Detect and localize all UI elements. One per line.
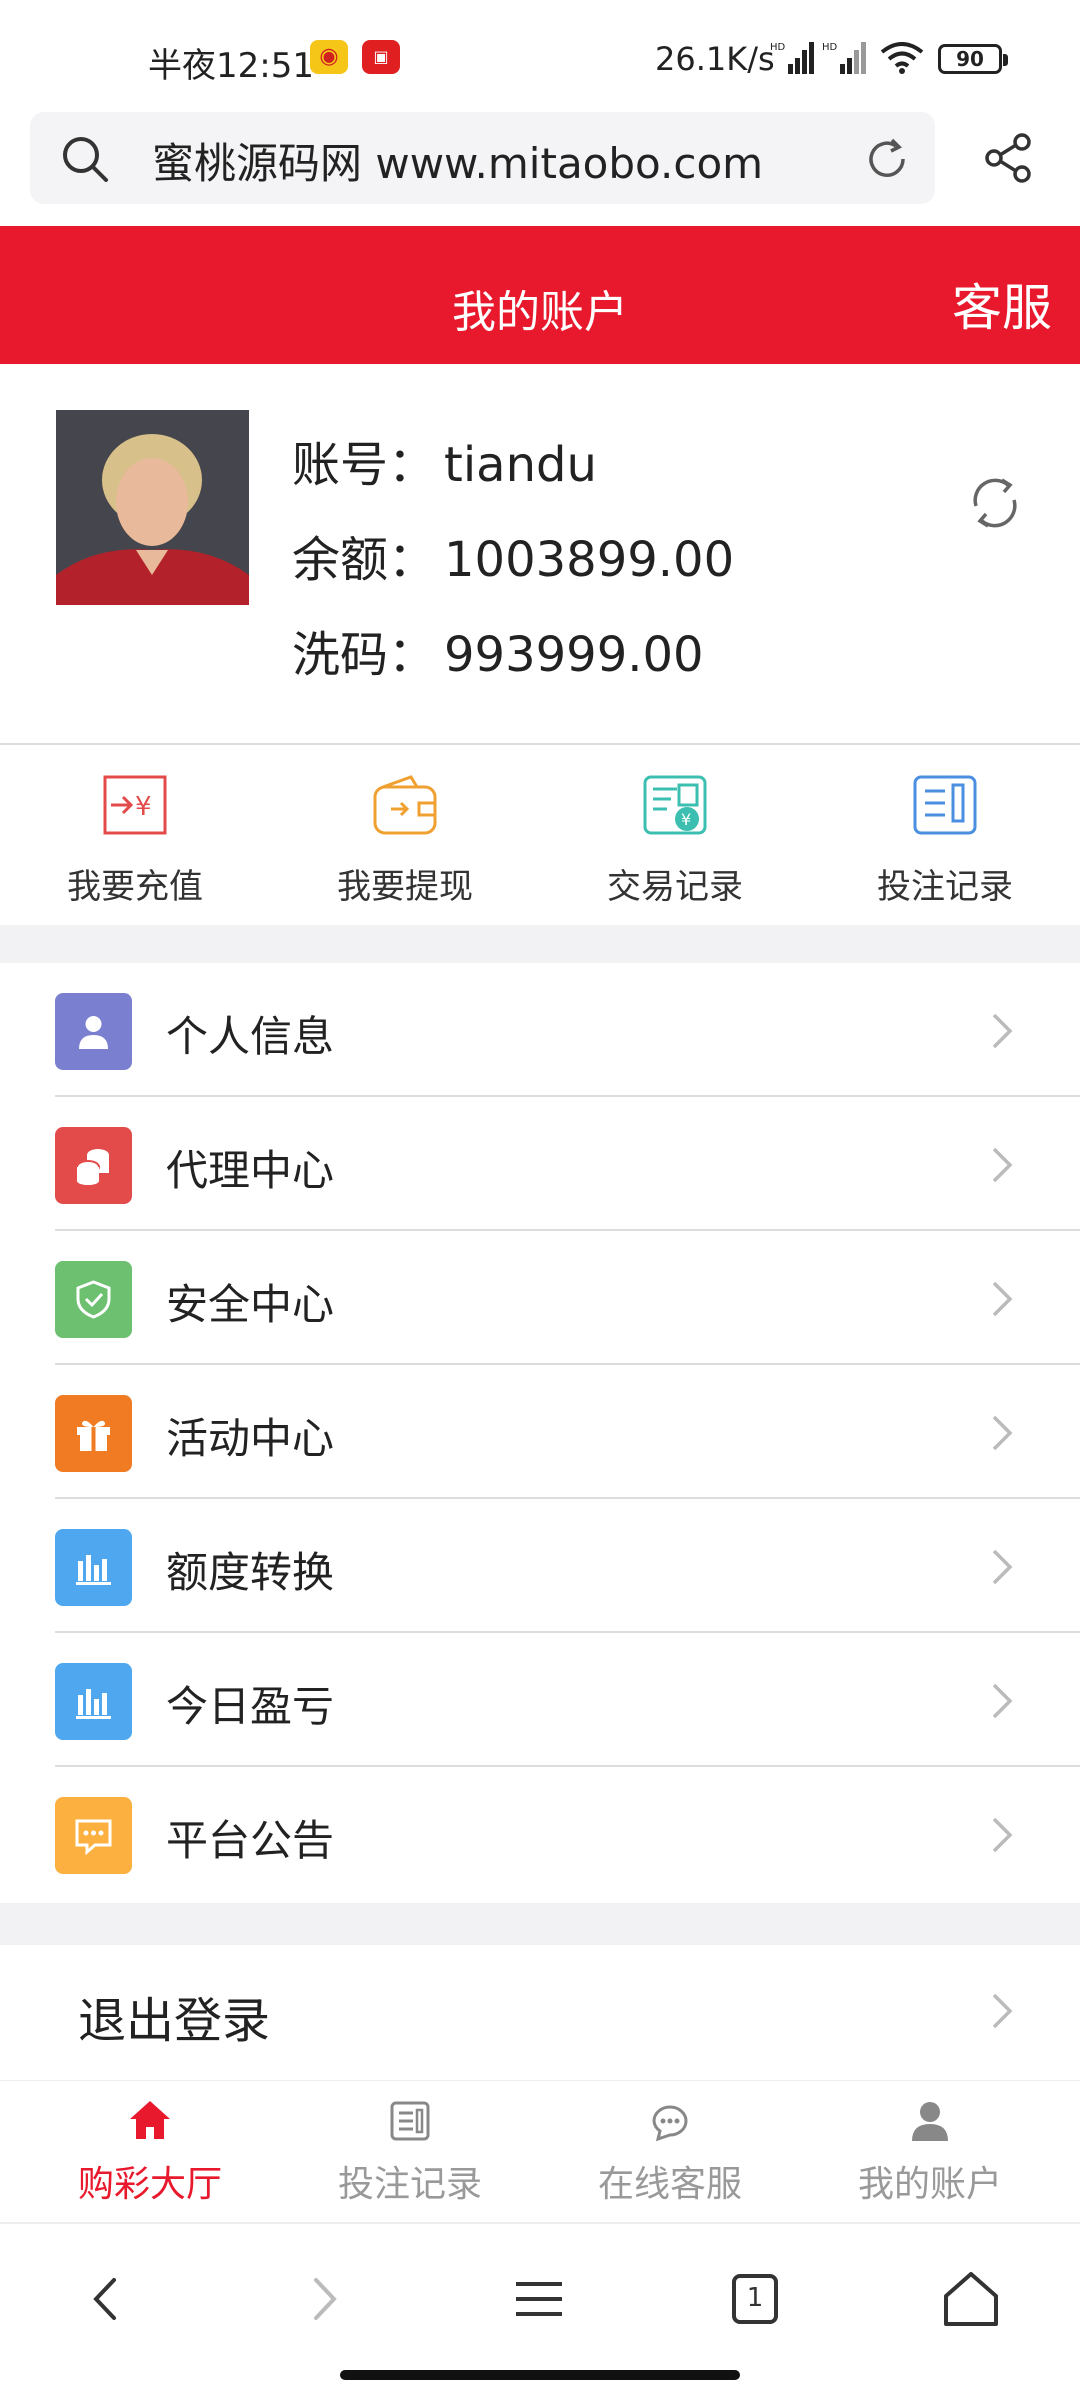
status-time: 半夜12:51 (148, 46, 314, 86)
tab-label: 我的账户 (857, 2164, 1002, 2205)
page-header: 我的账户 客服 (0, 226, 1080, 364)
username-label: 账号： (292, 437, 437, 493)
chevron-right-icon (992, 1683, 1013, 1719)
quick-action-label: 投注记录 (877, 867, 1013, 907)
bar-chart-icon (55, 1663, 132, 1740)
network-speed: 26.1K/s (655, 40, 775, 78)
section-gap (0, 1903, 1080, 1945)
account-wash-row: 洗码： 993999.00 (292, 615, 704, 685)
chevron-right-icon (992, 1817, 1013, 1853)
signal-icon-2: HD (822, 42, 866, 74)
menu-label: 代理中心 (166, 1146, 335, 1195)
customer-service-button[interactable]: 客服 (952, 268, 1052, 340)
person-icon (912, 2102, 948, 2141)
account-username-row: 账号： tiandu (292, 425, 597, 495)
svg-text:HD: HD (770, 42, 786, 53)
logout-label: 退出登录 (78, 1993, 271, 2049)
search-icon[interactable] (60, 134, 110, 184)
back-icon[interactable] (72, 2264, 142, 2334)
chevron-right-icon (992, 1147, 1013, 1183)
shield-icon (55, 1261, 132, 1338)
chevron-right-icon (992, 1281, 1013, 1317)
menu-label: 今日盈亏 (166, 1682, 335, 1731)
avatar (56, 410, 249, 605)
menu-label: 活动中心 (166, 1414, 335, 1463)
tabs-button[interactable]: 1 (720, 2264, 790, 2334)
weibo-notification-icon: ◉ (310, 40, 348, 74)
home-icon (130, 2101, 170, 2139)
quick-action-withdraw[interactable]: 我要提现 (270, 745, 540, 925)
tab-bet-records[interactable]: 投注记录 (275, 2081, 545, 2223)
logout-button[interactable]: 退出登录 (0, 1945, 1080, 2075)
chevron-right-icon (992, 1549, 1013, 1585)
chevron-right-icon (992, 1415, 1013, 1451)
user-icon (55, 993, 132, 1070)
avatar-image (56, 410, 249, 605)
chevron-right-icon (992, 1993, 1013, 2029)
svg-text:¥: ¥ (681, 810, 691, 829)
page-title: 我的账户 (452, 287, 628, 338)
quick-action-transactions[interactable]: ¥ 交易记录 (540, 745, 810, 925)
menu-item-agent-center[interactable]: 代理中心 (0, 1097, 1080, 1231)
menu-item-credit-transfer[interactable]: 额度转换 (0, 1499, 1080, 1633)
home-indicator[interactable] (340, 2370, 740, 2380)
share-icon[interactable] (980, 130, 1036, 186)
balance-label: 余额： (292, 532, 437, 588)
quick-action-label: 交易记录 (607, 867, 743, 907)
bet-record-icon (913, 775, 977, 835)
home-icon[interactable] (936, 2264, 1006, 2334)
refresh-icon[interactable] (862, 134, 912, 184)
quick-action-label: 我要提现 (337, 867, 473, 907)
quick-action-label: 我要充值 (67, 867, 203, 907)
menu-label: 安全中心 (166, 1280, 335, 1329)
quick-action-recharge[interactable]: ¥ 我要充值 (0, 745, 270, 925)
battery-icon: 90 (938, 44, 1008, 74)
svg-text:¥: ¥ (135, 792, 152, 822)
status-bar: 半夜12:51 ◉ ▣ 26.1K/s HD HD 90 (0, 0, 1080, 112)
account-balance-row: 余额： 1003899.00 (292, 520, 734, 590)
wifi-icon (880, 42, 924, 74)
forward-icon[interactable] (288, 2264, 358, 2334)
document-icon (390, 2101, 430, 2141)
transaction-record-icon: ¥ (643, 775, 707, 835)
wash-label: 洗码： (292, 627, 437, 683)
url-text[interactable]: 蜜桃源码网 www.mitaobo.com (152, 130, 763, 191)
bottom-tab-bar: 购彩大厅 投注记录 在线客服 我的账户 (0, 2080, 1080, 2222)
menu-label: 个人信息 (166, 1012, 335, 1061)
tab-count: 1 (746, 2283, 764, 2313)
tab-label: 投注记录 (337, 2164, 482, 2205)
refresh-balance-icon[interactable] (964, 472, 1026, 534)
message-icon (55, 1797, 132, 1874)
tab-my-account[interactable]: 我的账户 (795, 2081, 1065, 2223)
svg-text:HD: HD (822, 42, 838, 53)
chevron-right-icon (992, 1013, 1013, 1049)
chat-icon (652, 2105, 688, 2142)
signal-icon: HD (770, 42, 814, 74)
coins-icon (55, 1127, 132, 1204)
menu-label: 额度转换 (166, 1548, 335, 1597)
tab-lottery-hall[interactable]: 购彩大厅 (15, 2081, 285, 2223)
app-notification-icon: ▣ (362, 40, 400, 74)
bar-chart-icon (55, 1529, 132, 1606)
wash-value: 993999.00 (444, 627, 704, 683)
menu-item-platform-announcement[interactable]: 平台公告 (0, 1767, 1080, 1901)
menu-item-activity-center[interactable]: 活动中心 (0, 1365, 1080, 1499)
recharge-icon: ¥ (103, 775, 167, 835)
menu-item-security-center[interactable]: 安全中心 (0, 1231, 1080, 1365)
tab-online-service[interactable]: 在线客服 (535, 2081, 805, 2223)
gift-icon (55, 1395, 132, 1472)
quick-action-bet-records[interactable]: 投注记录 (810, 745, 1080, 925)
menu-label: 平台公告 (166, 1816, 335, 1865)
section-gap (0, 925, 1080, 963)
tab-label: 购彩大厅 (77, 2164, 222, 2205)
menu-item-personal-info[interactable]: 个人信息 (0, 963, 1080, 1097)
menu-item-daily-profit-loss[interactable]: 今日盈亏 (0, 1633, 1080, 1767)
username-value: tiandu (444, 437, 597, 493)
wallet-icon (373, 775, 437, 835)
balance-value: 1003899.00 (444, 532, 735, 588)
tab-label: 在线客服 (597, 2164, 742, 2205)
menu-icon[interactable] (504, 2264, 574, 2334)
